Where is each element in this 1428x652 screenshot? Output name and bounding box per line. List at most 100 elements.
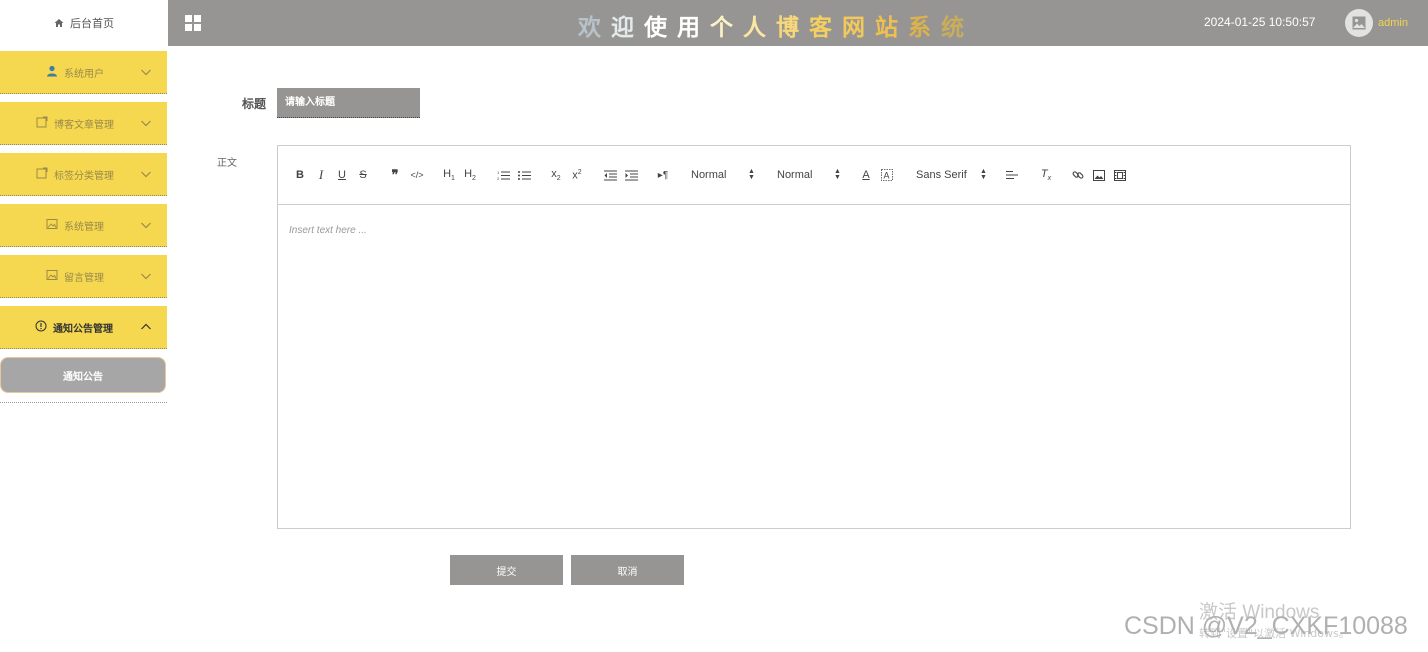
sidebar: 后台首页 系统用户 博客文章管理 标签分类管理 系统管理 留言管理 通知公告管理…: [0, 0, 168, 652]
outdent-icon: [603, 170, 617, 180]
subscript-button[interactable]: x2: [547, 166, 565, 184]
svg-text:A: A: [884, 171, 890, 181]
editor-content-area[interactable]: Insert text here ...: [278, 205, 1350, 528]
image-icon: [46, 270, 58, 280]
title-char: 迎: [611, 15, 644, 41]
sidebar-home[interactable]: 后台首页: [0, 0, 168, 46]
picker-arrows-icon: ▲ ▼: [980, 168, 987, 181]
font-picker[interactable]: Sans Serif ▲ ▼: [916, 166, 996, 184]
image-icon: [1352, 16, 1366, 30]
code-block-button[interactable]: </>: [408, 166, 426, 184]
underline-button[interactable]: U: [333, 166, 351, 184]
text-color-icon: A: [862, 169, 870, 181]
user-name[interactable]: admin: [1378, 17, 1408, 29]
superscript-icon: x2: [572, 168, 582, 182]
chevron-down-icon: [141, 120, 151, 127]
info-icon: [35, 320, 47, 332]
avatar[interactable]: [1345, 9, 1373, 37]
sidebar-home-label: 后台首页: [70, 17, 114, 30]
header-picker-label: Normal: [777, 169, 813, 181]
sidebar-item-label: 博客文章管理: [54, 120, 114, 131]
header1-button[interactable]: H1: [440, 166, 458, 184]
svg-text:2: 2: [497, 176, 500, 181]
chevron-down-icon: [141, 69, 151, 76]
user-icon: [47, 65, 57, 77]
title-char: 人: [743, 15, 776, 41]
blockquote-button[interactable]: ❞: [386, 166, 404, 184]
editor-toolbar: B I U S ❞ </> H1 H2 12 x2 x2 ▸¶ Normal ▲…: [278, 146, 1350, 205]
bullet-list-icon: [517, 170, 531, 180]
title-label: 标题: [242, 97, 267, 111]
bold-button[interactable]: B: [291, 166, 309, 184]
sidebar-item-notices[interactable]: 通知公告管理: [0, 306, 167, 349]
image-icon: [46, 219, 58, 229]
strike-icon: S: [359, 169, 367, 181]
italic-button[interactable]: I: [312, 166, 330, 184]
title-char: 个: [710, 15, 743, 41]
align-button[interactable]: [1003, 166, 1021, 184]
underline-icon: U: [338, 169, 346, 181]
video-button[interactable]: [1111, 166, 1129, 184]
size-picker-label: Normal: [691, 169, 727, 181]
rtl-icon: ▸¶: [657, 169, 669, 181]
article-icon: [36, 116, 48, 128]
bullet-list-button[interactable]: [515, 166, 533, 184]
video-icon: [1114, 169, 1126, 181]
image-button[interactable]: [1090, 166, 1108, 184]
header-picker[interactable]: Normal ▲ ▼: [777, 166, 847, 184]
link-button[interactable]: [1069, 166, 1087, 184]
chevron-down-icon: [141, 171, 151, 178]
size-picker[interactable]: Normal ▲ ▼: [691, 166, 761, 184]
top-header: 欢迎使用个人博客网站系统 2024-01-25 10:50:57 admin: [168, 0, 1428, 46]
sidebar-subitem-notice[interactable]: 通知公告: [0, 357, 166, 393]
chevron-up-icon: [141, 323, 151, 330]
sidebar-item-system[interactable]: 系统管理: [0, 204, 167, 247]
grid-menu-icon[interactable]: [185, 15, 201, 31]
background-color-button[interactable]: A: [878, 166, 896, 184]
sidebar-item-label: 标签分类管理: [54, 171, 114, 182]
italic-icon: I: [318, 167, 324, 182]
rich-text-editor: B I U S ❞ </> H1 H2 12 x2 x2 ▸¶ Normal ▲…: [277, 145, 1351, 529]
chevron-down-icon: [141, 273, 151, 280]
ordered-list-button[interactable]: 12: [494, 166, 512, 184]
title-char: 使: [644, 15, 677, 41]
clear-format-button[interactable]: Tx: [1037, 166, 1055, 184]
text-direction-button[interactable]: ▸¶: [654, 166, 672, 184]
picker-arrows-icon: ▲ ▼: [834, 168, 841, 181]
outdent-button[interactable]: [601, 166, 619, 184]
subscript-icon: x2: [551, 167, 561, 183]
ordered-list-icon: 12: [497, 170, 510, 181]
csdn-watermark: CSDN @V2_CXKF10088: [1124, 612, 1408, 640]
link-icon: [1072, 171, 1084, 179]
superscript-button[interactable]: x2: [568, 166, 586, 184]
sidebar-item-articles[interactable]: 博客文章管理: [0, 102, 167, 145]
header2-button[interactable]: H2: [461, 166, 479, 184]
body-label: 正文: [217, 158, 237, 169]
indent-button[interactable]: [622, 166, 640, 184]
bold-icon: B: [296, 169, 304, 181]
title-input[interactable]: [277, 88, 420, 118]
editor-placeholder: Insert text here ...: [289, 225, 367, 236]
title-char: 系: [908, 15, 941, 41]
home-icon: [54, 19, 64, 27]
code-icon: </>: [410, 170, 424, 180]
clear-format-icon: Tx: [1040, 167, 1052, 183]
svg-text:1: 1: [497, 170, 500, 175]
sidebar-item-label: 系统用户: [64, 69, 104, 80]
sidebar-item-tags[interactable]: 标签分类管理: [0, 153, 167, 196]
title-char: 用: [677, 15, 710, 41]
sidebar-item-messages[interactable]: 留言管理: [0, 255, 167, 298]
background-color-icon: A: [881, 169, 893, 181]
sidebar-divider: [0, 402, 167, 403]
sidebar-item-users[interactable]: 系统用户: [0, 51, 167, 94]
submit-button[interactable]: 提交: [450, 555, 563, 585]
title-char: 博: [776, 15, 809, 41]
text-color-button[interactable]: A: [857, 166, 875, 184]
title-char: 统: [941, 15, 974, 41]
title-char: 客: [809, 15, 842, 41]
picker-arrows-icon: ▲ ▼: [748, 168, 755, 181]
strike-button[interactable]: S: [354, 166, 372, 184]
title-char: 站: [875, 15, 908, 41]
title-char: 网: [842, 15, 875, 41]
cancel-button[interactable]: 取消: [571, 555, 684, 585]
